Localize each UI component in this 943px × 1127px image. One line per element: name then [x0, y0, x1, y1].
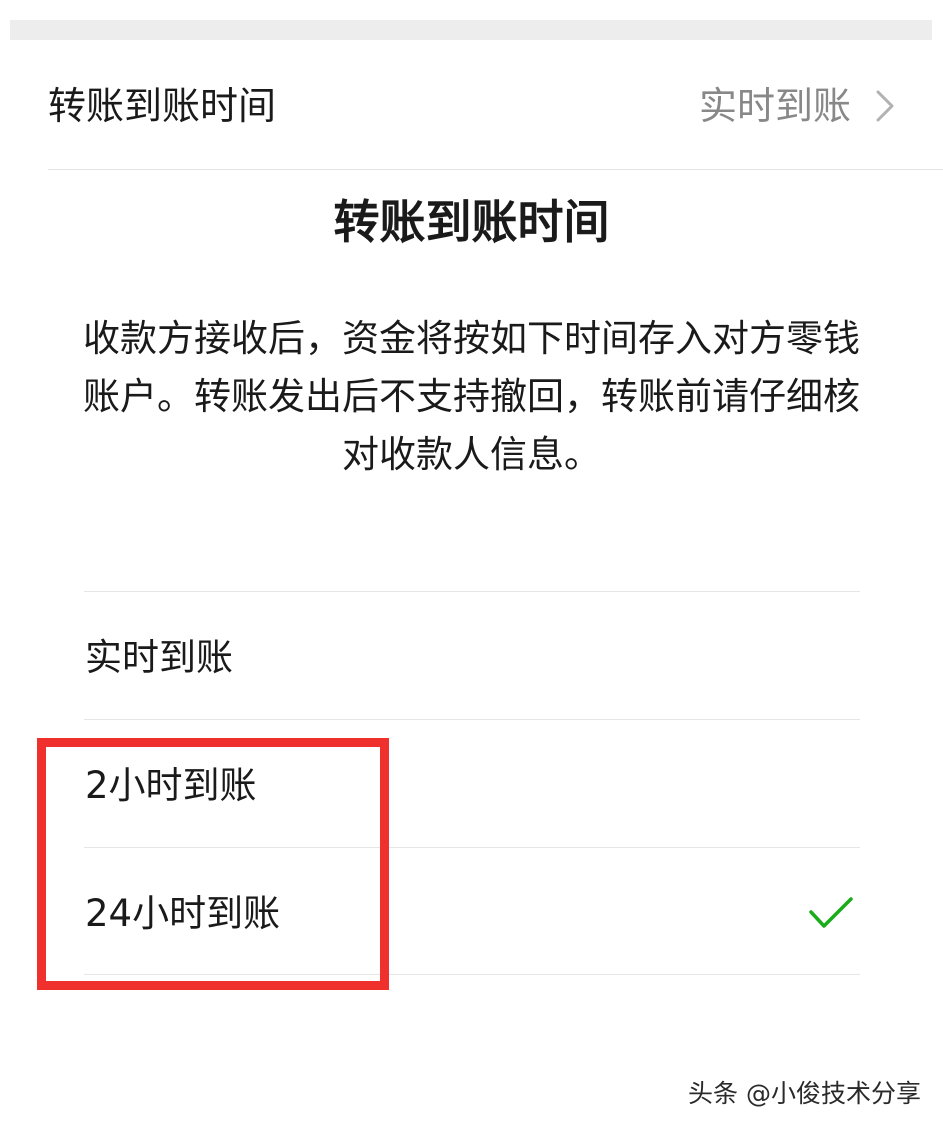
watermark: 头条 @小俊技术分享 [688, 1079, 921, 1108]
top-separator-strip [10, 20, 932, 40]
option-label: 实时到账 [85, 636, 233, 679]
dialog-description: 收款方接收后，资金将按如下时间存入对方零钱账户。转账发出后不支持撤回，转账前请仔… [83, 317, 860, 476]
option-24-hours[interactable]: 24小时到账 [84, 847, 860, 975]
setting-row-value: 实时到账 [698, 84, 851, 128]
checkmark-icon [809, 897, 853, 928]
arrival-time-options: 实时到账 2小时到账 24小时到账 [84, 591, 860, 975]
chevron-right-icon [876, 90, 894, 122]
option-realtime[interactable]: 实时到账 [84, 591, 860, 719]
setting-row-label: 转账到账时间 [48, 84, 277, 128]
option-label: 2小时到账 [85, 764, 257, 807]
dialog-title: 转账到账时间 [333, 195, 610, 249]
option-2-hours[interactable]: 2小时到账 [84, 719, 860, 847]
option-label: 24小时到账 [85, 892, 281, 935]
divider [48, 169, 943, 170]
